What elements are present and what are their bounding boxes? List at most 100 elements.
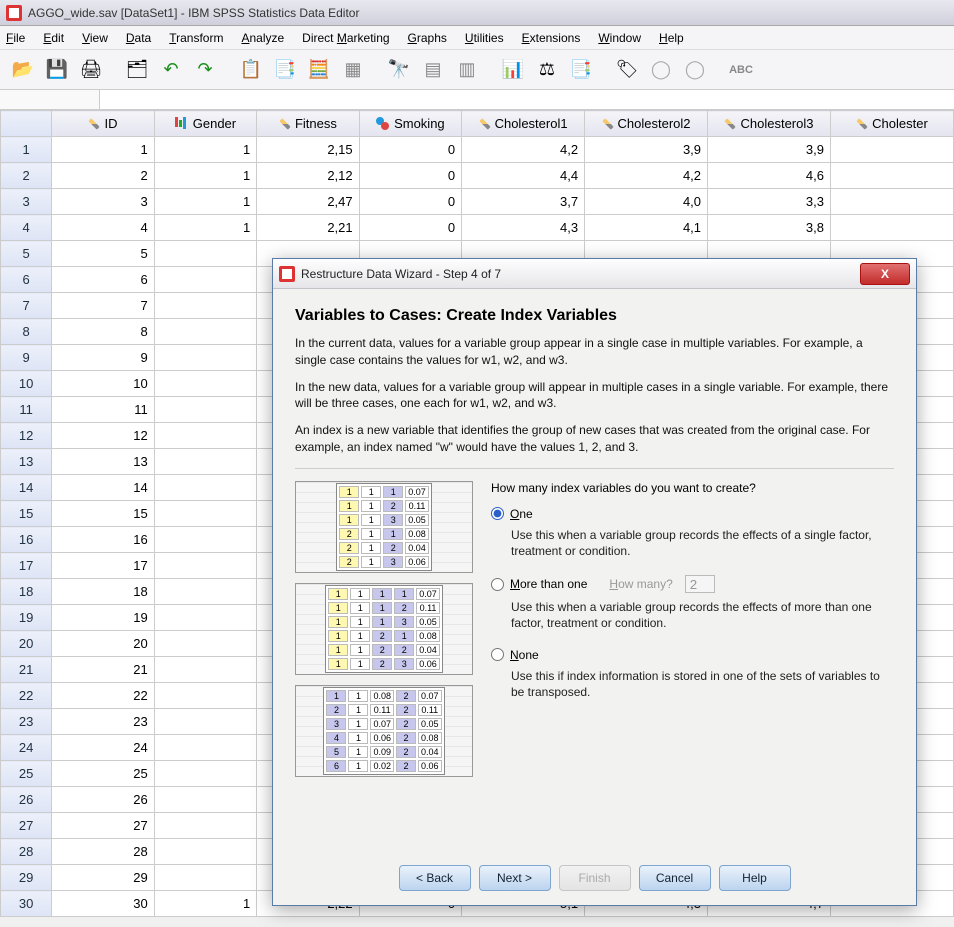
row-header[interactable]: 12 (1, 423, 52, 449)
cell[interactable]: 27 (52, 813, 154, 839)
cell[interactable]: 1 (154, 137, 256, 163)
cell[interactable]: 4 (52, 215, 154, 241)
cell[interactable]: 30 (52, 891, 154, 917)
row-header[interactable]: 6 (1, 267, 52, 293)
toolbar-sets-icon[interactable]: ◯ (646, 55, 676, 85)
table-row[interactable]: 3312,4703,74,03,3 (1, 189, 954, 215)
row-header[interactable]: 11 (1, 397, 52, 423)
toolbar-save-icon[interactable]: 💾 (42, 55, 72, 85)
corner-cell[interactable] (1, 111, 52, 137)
row-header[interactable]: 18 (1, 579, 52, 605)
cell[interactable]: 10 (52, 371, 154, 397)
radio-none-label[interactable]: None (510, 648, 539, 662)
cell[interactable]: 4,1 (585, 215, 708, 241)
cell[interactable]: 7 (52, 293, 154, 319)
table-row[interactable]: 4412,2104,34,13,8 (1, 215, 954, 241)
menu-edit[interactable]: Edit (43, 31, 64, 45)
row-header[interactable]: 30 (1, 891, 52, 917)
cell[interactable]: 1 (154, 189, 256, 215)
menu-data[interactable]: Data (126, 31, 151, 45)
cell[interactable] (154, 787, 256, 813)
column-header-id[interactable]: ID (52, 111, 154, 137)
row-header[interactable]: 19 (1, 605, 52, 631)
cell[interactable] (830, 189, 953, 215)
cell[interactable]: 13 (52, 449, 154, 475)
cell[interactable]: 0 (359, 189, 461, 215)
cell[interactable] (154, 631, 256, 657)
cell[interactable]: 22 (52, 683, 154, 709)
cell[interactable]: 2,47 (257, 189, 359, 215)
cell[interactable] (154, 397, 256, 423)
cell[interactable]: 3 (52, 189, 154, 215)
row-header[interactable]: 3 (1, 189, 52, 215)
row-header[interactable]: 9 (1, 345, 52, 371)
cell[interactable]: 4,4 (462, 163, 585, 189)
toolbar-variables-icon[interactable]: 📑 (270, 55, 300, 85)
row-header[interactable]: 20 (1, 631, 52, 657)
cell[interactable]: 2,15 (257, 137, 359, 163)
cell[interactable] (154, 319, 256, 345)
cell[interactable]: 16 (52, 527, 154, 553)
cell[interactable] (154, 735, 256, 761)
cell[interactable] (830, 215, 953, 241)
row-header[interactable]: 17 (1, 553, 52, 579)
cell[interactable]: 28 (52, 839, 154, 865)
cell[interactable] (154, 683, 256, 709)
cell[interactable] (154, 501, 256, 527)
cell[interactable]: 4,3 (462, 215, 585, 241)
cell[interactable] (154, 449, 256, 475)
toolbar-grid-icon[interactable]: ▦ (338, 55, 368, 85)
cell[interactable]: 4,0 (585, 189, 708, 215)
back-button[interactable]: < Back (399, 865, 471, 891)
column-header-smoking[interactable]: Smoking (359, 111, 461, 137)
cell[interactable]: 0 (359, 215, 461, 241)
cell[interactable]: 1 (52, 137, 154, 163)
cell[interactable]: 26 (52, 787, 154, 813)
cell[interactable]: 8 (52, 319, 154, 345)
menu-file[interactable]: File (6, 31, 25, 45)
cell[interactable]: 23 (52, 709, 154, 735)
cell[interactable]: 11 (52, 397, 154, 423)
menu-graphs[interactable]: Graphs (408, 31, 447, 45)
cell[interactable] (830, 163, 953, 189)
cell[interactable]: 4,6 (708, 163, 831, 189)
dialog-titlebar[interactable]: Restructure Data Wizard - Step 4 of 7 X (273, 259, 916, 289)
cell[interactable] (154, 423, 256, 449)
cell[interactable] (154, 371, 256, 397)
cell[interactable]: 9 (52, 345, 154, 371)
cell[interactable]: 1 (154, 891, 256, 917)
cell[interactable]: 3,9 (708, 137, 831, 163)
cell[interactable]: 3,8 (708, 215, 831, 241)
row-header[interactable]: 26 (1, 787, 52, 813)
cell[interactable] (154, 761, 256, 787)
help-button[interactable]: Help (719, 865, 791, 891)
table-row[interactable]: 2212,1204,44,24,6 (1, 163, 954, 189)
toolbar-value-labels-icon[interactable]: 🏷 (612, 55, 642, 85)
row-header[interactable]: 27 (1, 813, 52, 839)
cell[interactable] (154, 709, 256, 735)
row-header[interactable]: 2 (1, 163, 52, 189)
radio-more-index[interactable] (491, 578, 504, 591)
toolbar-recall-icon[interactable]: 🗂 (122, 55, 152, 85)
radio-one-label[interactable]: One (510, 507, 533, 521)
cell[interactable]: 29 (52, 865, 154, 891)
menu-help[interactable]: Help (659, 31, 684, 45)
cell[interactable]: 19 (52, 605, 154, 631)
toolbar-open-icon[interactable]: 📂 (8, 55, 38, 85)
toolbar-showall-icon[interactable]: ◯ (680, 55, 710, 85)
cell[interactable]: 3,9 (585, 137, 708, 163)
cell[interactable]: 14 (52, 475, 154, 501)
row-header[interactable]: 21 (1, 657, 52, 683)
menu-utilities[interactable]: Utilities (465, 31, 504, 45)
row-header[interactable]: 10 (1, 371, 52, 397)
cell[interactable]: 21 (52, 657, 154, 683)
cell[interactable]: 3,7 (462, 189, 585, 215)
row-header[interactable]: 24 (1, 735, 52, 761)
toolbar-split-icon[interactable]: 📊 (498, 55, 528, 85)
cell[interactable]: 3,3 (708, 189, 831, 215)
toolbar-print-icon[interactable]: 🖨 (76, 55, 106, 85)
cell[interactable] (830, 137, 953, 163)
cell[interactable]: 4,2 (585, 163, 708, 189)
menu-direct-marketing[interactable]: Direct Marketing (302, 31, 389, 45)
column-header-gender[interactable]: Gender (154, 111, 256, 137)
